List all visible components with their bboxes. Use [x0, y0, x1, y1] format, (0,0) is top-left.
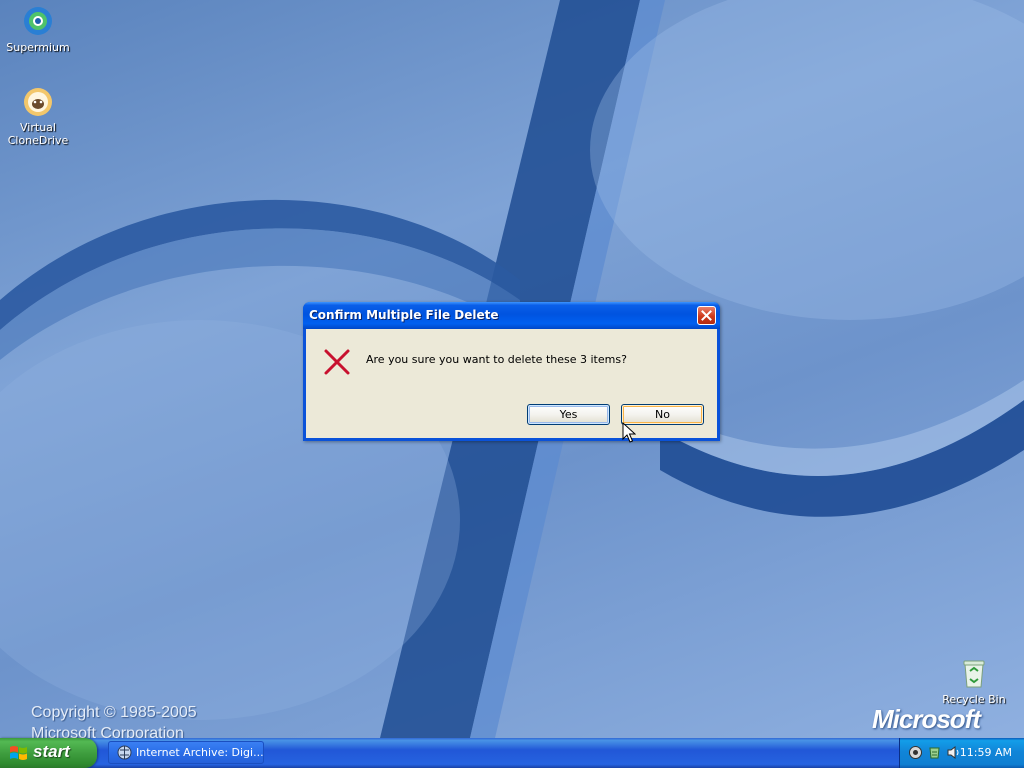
windows-flag-icon	[10, 746, 27, 760]
dialog-title: Confirm Multiple File Delete	[309, 308, 499, 322]
error-x-icon	[322, 347, 352, 377]
desktop-icon-virtual-clonedrive[interactable]: Virtual CloneDrive	[0, 84, 76, 147]
volume-icon[interactable]	[946, 745, 961, 760]
recycle-tray-icon[interactable]	[927, 745, 942, 760]
dialog-message: Are you sure you want to delete these 3 …	[366, 353, 627, 366]
taskbar-item-label: Internet Archive: Digi...	[136, 746, 264, 759]
supermium-browser-icon	[21, 4, 55, 38]
system-tray: 11:59 AM	[899, 738, 1024, 768]
desktop-icon-supermium[interactable]: Supermium	[0, 4, 76, 54]
copyright-line-2: Microsoft Corporation	[31, 725, 184, 738]
confirm-delete-dialog: Confirm Multiple File Delete Are you sur…	[303, 302, 720, 441]
dialog-titlebar[interactable]: Confirm Multiple File Delete	[303, 302, 720, 329]
clock[interactable]: 11:59 AM	[960, 746, 1012, 759]
start-button[interactable]: start	[0, 738, 97, 768]
desktop-icon-label: Supermium	[6, 41, 70, 54]
microsoft-logo-watermark: Microsoft	[872, 704, 981, 734]
dialog-body: Are you sure you want to delete these 3 …	[306, 329, 717, 438]
desktop-icon-recycle-bin[interactable]: Recycle Bin	[936, 656, 1012, 706]
yes-button[interactable]: Yes	[527, 404, 610, 425]
desktop-icon-label: Virtual CloneDrive	[7, 121, 69, 147]
browser-icon	[117, 745, 132, 760]
close-button[interactable]	[697, 306, 716, 325]
copyright-watermark: Copyright © 1985-2005 Microsoft Corporat…	[31, 702, 197, 738]
taskbar: start Internet Archive: Digi... 11:59 AM	[0, 738, 1024, 768]
virtual-clonedrive-sheep-icon	[21, 84, 55, 118]
start-label: start	[33, 742, 70, 761]
close-icon	[701, 310, 712, 321]
recycle-bin-icon	[957, 656, 991, 690]
taskbar-item-internet-archive[interactable]: Internet Archive: Digi...	[108, 741, 264, 764]
mouse-cursor-icon	[622, 422, 636, 443]
copyright-line-1: Copyright © 1985-2005	[31, 704, 197, 721]
network-icon[interactable]	[908, 745, 923, 760]
desktop[interactable]: Supermium Virtual CloneDrive Recycle Bin	[0, 0, 1024, 738]
